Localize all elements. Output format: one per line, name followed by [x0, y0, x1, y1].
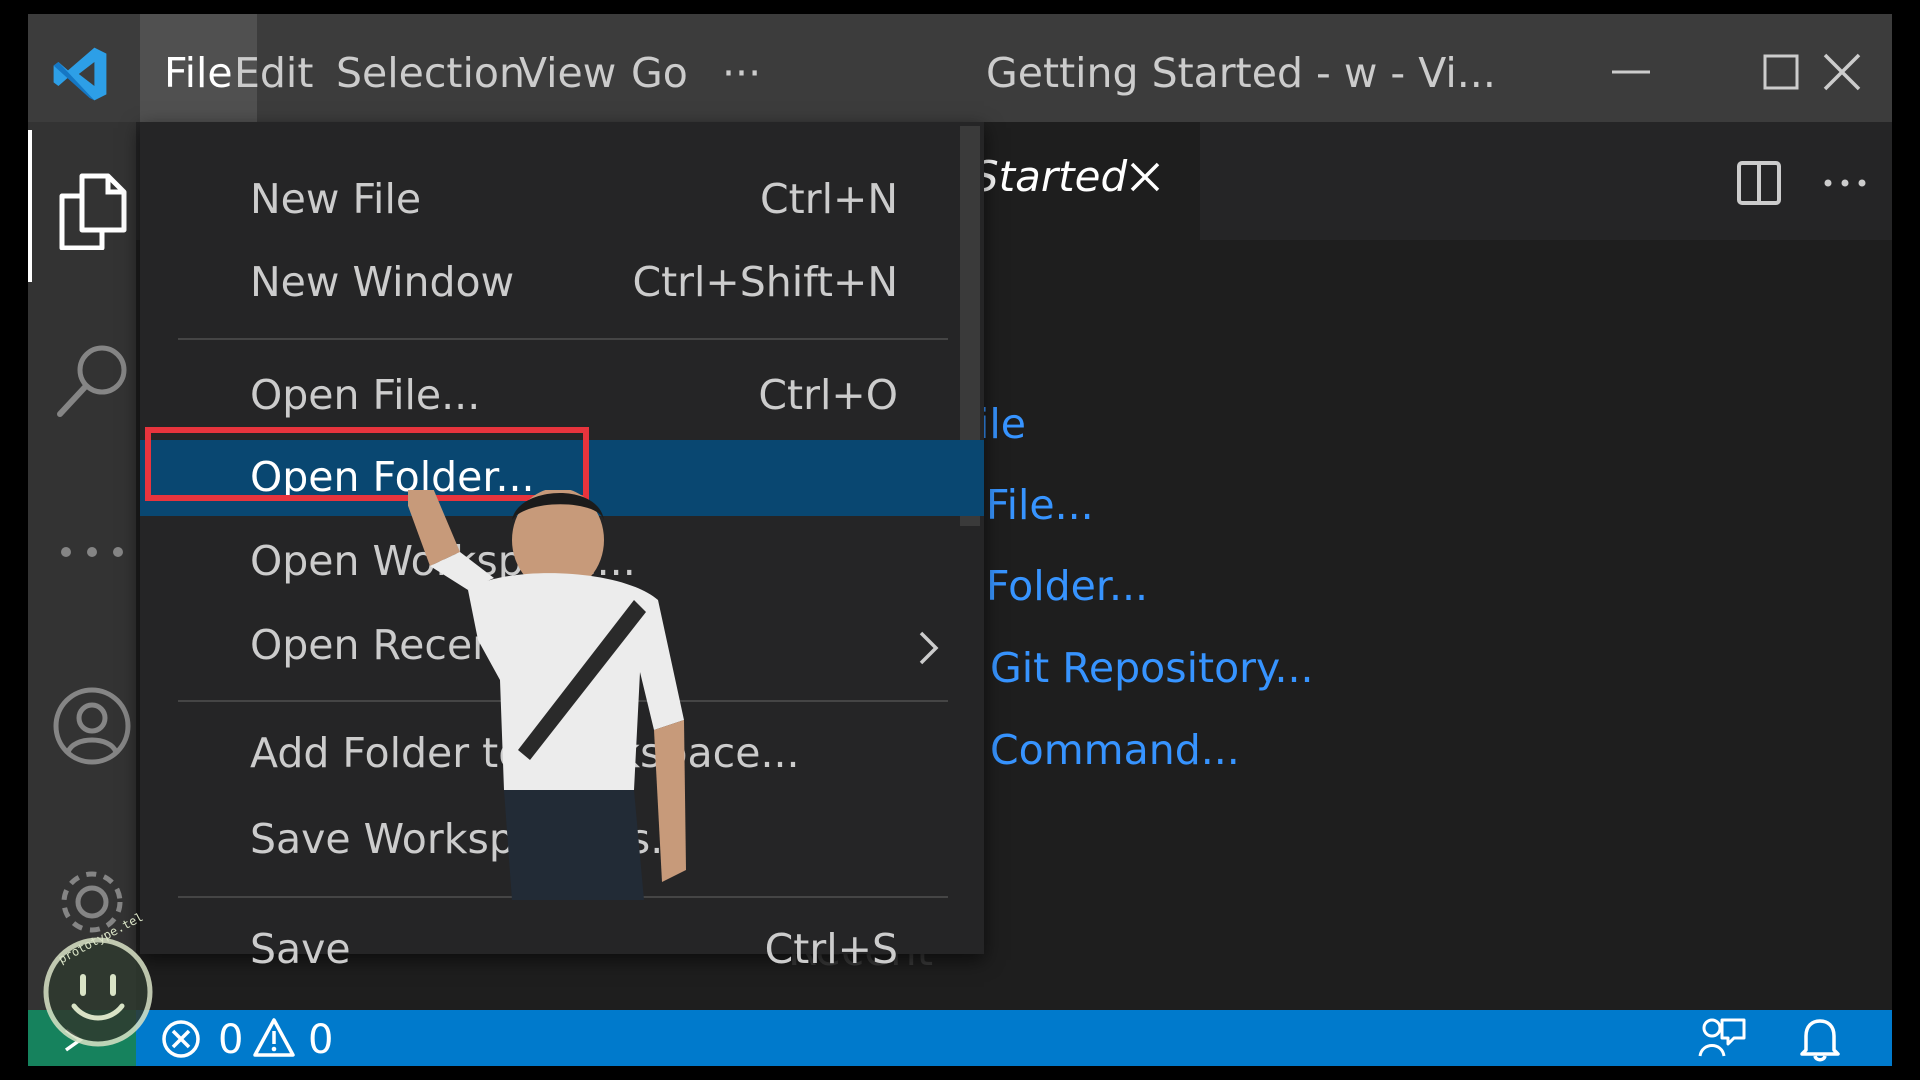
welcome-link-clone-repo[interactable]: Git Repository... [990, 644, 1314, 692]
split-editor-icon[interactable] [1736, 160, 1782, 206]
menu-item-new-window[interactable]: New Window Ctrl+Shift+N [140, 245, 984, 321]
vscode-logo-icon [53, 47, 107, 101]
minimize-button[interactable] [1576, 14, 1686, 122]
bell-icon[interactable] [1798, 1016, 1842, 1062]
watermark-logo [43, 937, 153, 1047]
close-icon [1823, 53, 1861, 91]
tab-label: Started [972, 152, 1128, 201]
active-indicator [28, 130, 32, 282]
minimize-icon [1612, 70, 1650, 74]
feedback-icon[interactable] [1698, 1016, 1746, 1062]
vscode-window: File Edit Selection View Go ··· Getting … [28, 14, 1892, 1066]
status-bar: 0 0 [28, 1010, 1892, 1066]
menu-item-shortcut: Ctrl+N [760, 175, 898, 223]
activity-bar [28, 122, 136, 1010]
close-icon[interactable] [1128, 160, 1162, 194]
account-icon[interactable] [52, 686, 132, 766]
warning-count[interactable]: 0 [308, 1010, 333, 1066]
window-title: Getting Started - w - Vi... [986, 49, 1496, 97]
menu-separator [178, 338, 948, 340]
title-bar: File Edit Selection View Go ··· Getting … [28, 14, 1892, 122]
chevron-right-icon [919, 631, 939, 665]
menu-more[interactable]: ··· [698, 14, 785, 122]
more-actions-icon[interactable] [1822, 160, 1868, 206]
welcome-link-open-file[interactable]: File... [986, 481, 1094, 529]
menu-item-label: New Window [250, 258, 515, 306]
window-close-button[interactable] [1762, 14, 1872, 122]
error-count[interactable]: 0 [218, 1010, 243, 1066]
menu-item-new-file[interactable]: New File Ctrl+N [140, 162, 984, 238]
tab-getting-started[interactable]: Started [960, 122, 1200, 240]
menu-item-label: Open File... [250, 371, 481, 419]
menu-item-open-file[interactable]: Open File... Ctrl+O [140, 358, 984, 434]
search-icon[interactable] [52, 340, 132, 420]
warning-icon[interactable] [252, 1017, 296, 1059]
menu-item-shortcut: Ctrl+Shift+N [632, 258, 898, 306]
menu-item-label: New File [250, 175, 422, 223]
welcome-link-open-folder[interactable]: Folder... [986, 562, 1148, 610]
menu-item-label: Save [250, 925, 351, 973]
welcome-link-new-file[interactable]: ile [978, 400, 1026, 448]
menu-item-shortcut: Ctrl+S [764, 925, 898, 973]
presenter-image [408, 490, 686, 900]
welcome-link-run-command[interactable]: Command... [990, 726, 1240, 774]
error-icon[interactable] [160, 1018, 202, 1060]
menu-go[interactable]: Go [607, 14, 712, 122]
ellipsis-icon[interactable] [52, 512, 132, 592]
menu-item-save[interactable]: Save Ctrl+S [140, 912, 984, 988]
menu-item-shortcut: Ctrl+O [758, 371, 898, 419]
files-icon[interactable] [52, 170, 132, 250]
